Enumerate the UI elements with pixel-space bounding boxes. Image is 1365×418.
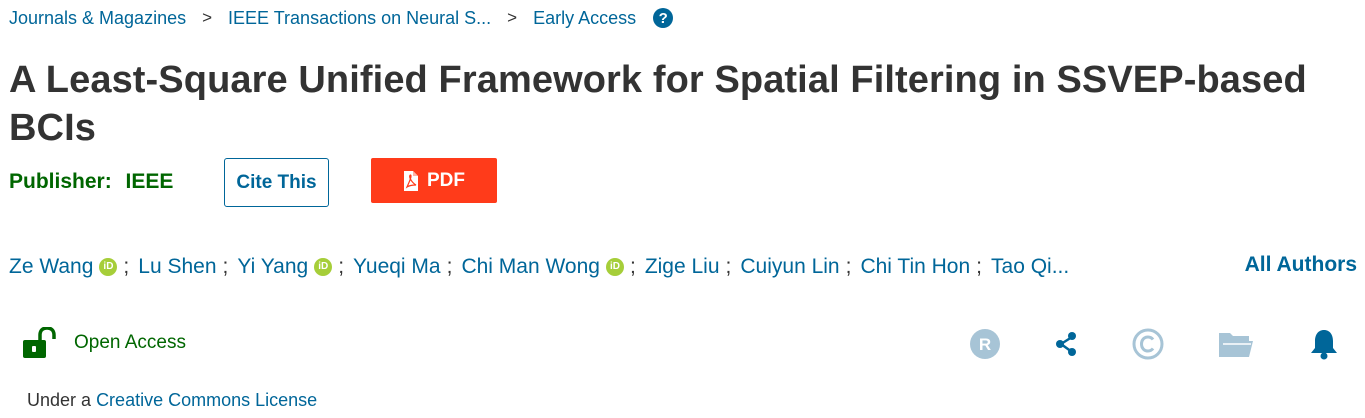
author-separator: ; xyxy=(446,255,453,278)
author-separator: ; xyxy=(123,255,130,278)
author-separator: ; xyxy=(338,255,345,278)
author-list: Ze Wang iD ; Lu Shen ; Yi Yang iD ; Yueq… xyxy=(9,253,1069,281)
pdf-file-icon xyxy=(404,170,418,191)
folder-icon[interactable] xyxy=(1218,326,1254,362)
rights-icon[interactable]: R xyxy=(967,326,1003,362)
alert-bell-icon[interactable] xyxy=(1306,326,1342,362)
publisher: Publisher: IEEE xyxy=(9,170,173,194)
author-separator: ; xyxy=(629,255,636,278)
article-toolbar: R xyxy=(0,326,1365,362)
orcid-icon[interactable]: iD xyxy=(314,258,333,276)
svg-text:R: R xyxy=(979,335,991,354)
help-icon[interactable]: ? xyxy=(653,8,674,28)
author-link[interactable]: Chi Man Wong xyxy=(461,255,600,279)
author-link[interactable]: Zige Liu xyxy=(645,255,720,279)
cite-this-label: Cite This xyxy=(236,171,317,193)
author-link[interactable]: Chi Tin Hon xyxy=(860,255,970,279)
breadcrumb-journals-magazines[interactable]: Journals & Magazines xyxy=(9,8,186,29)
author-link[interactable]: Ze Wang xyxy=(9,255,93,279)
breadcrumb-separator: > xyxy=(507,8,518,27)
breadcrumb-early-access[interactable]: Early Access xyxy=(533,8,636,29)
breadcrumb-separator: > xyxy=(202,8,213,27)
pdf-label: PDF xyxy=(427,169,465,191)
license-statement: Under a Creative Commons License xyxy=(27,390,317,411)
article-title: A Least-Square Unified Framework for Spa… xyxy=(9,59,1307,149)
author-separator: ; xyxy=(976,255,983,278)
orcid-icon[interactable]: iD xyxy=(605,258,624,276)
breadcrumb: Journals & Magazines > IEEE Transactions… xyxy=(9,6,674,30)
creative-commons-license-link[interactable]: Creative Commons License xyxy=(96,390,317,410)
all-authors-link[interactable]: All Authors xyxy=(1245,253,1357,277)
author-separator: ; xyxy=(845,255,852,278)
orcid-icon[interactable]: iD xyxy=(99,258,118,276)
license-prefix: Under a xyxy=(27,390,92,410)
author-link[interactable]: Yueqi Ma xyxy=(353,255,441,279)
pdf-button[interactable]: PDF xyxy=(371,158,497,203)
author-separator: ; xyxy=(725,255,732,278)
cite-this-button[interactable]: Cite This xyxy=(224,158,329,207)
breadcrumb-journal[interactable]: IEEE Transactions on Neural S... xyxy=(228,8,491,29)
author-link[interactable]: Yi Yang xyxy=(237,255,308,279)
publisher-name: IEEE xyxy=(125,170,174,193)
author-link[interactable]: Lu Shen xyxy=(138,255,216,279)
author-link[interactable]: Cuiyun Lin xyxy=(740,255,839,279)
author-separator: ; xyxy=(222,255,229,278)
copyright-icon[interactable] xyxy=(1130,326,1166,362)
publisher-label: Publisher: xyxy=(9,170,112,193)
author-link[interactable]: Tao Qi... xyxy=(991,255,1069,279)
share-icon[interactable] xyxy=(1048,326,1084,362)
